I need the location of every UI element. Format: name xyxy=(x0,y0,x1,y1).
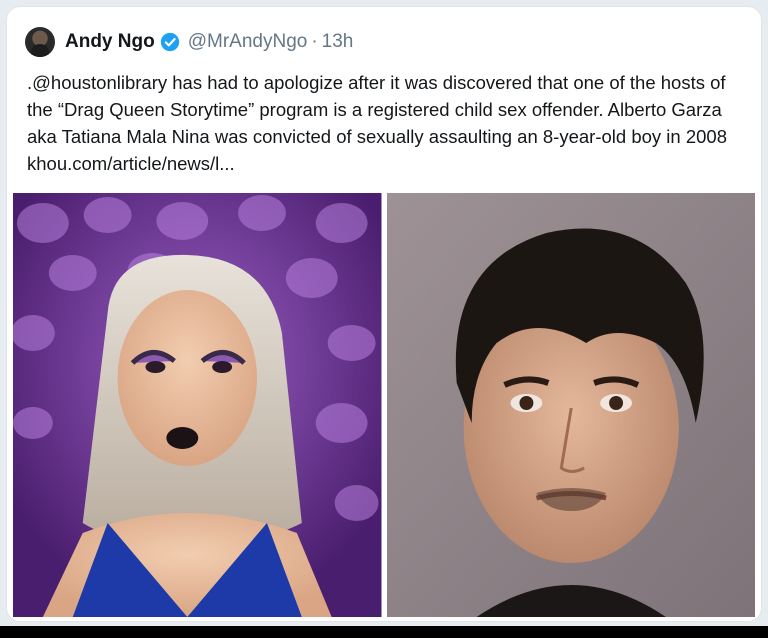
bottom-bar xyxy=(0,626,768,638)
media-grid xyxy=(13,193,755,617)
separator-dot: · xyxy=(311,31,318,52)
tweet-header: Andy Ngo @MrAndyNgo · 13h xyxy=(25,25,353,59)
verified-badge-icon xyxy=(160,32,180,52)
mugshot-photo[interactable] xyxy=(386,193,755,617)
author-name[interactable]: Andy Ngo xyxy=(65,31,155,53)
drag-performer-photo[interactable] xyxy=(13,193,382,617)
tweet-timestamp[interactable]: 13h xyxy=(322,31,354,53)
tweet-card[interactable]: Andy Ngo @MrAndyNgo · 13h .@houstonlibra… xyxy=(6,6,762,622)
avatar[interactable] xyxy=(25,27,55,57)
author-handle[interactable]: @MrAndyNgo xyxy=(188,31,308,53)
tweet-text: .@houstonlibrary has had to apologize af… xyxy=(27,72,727,174)
